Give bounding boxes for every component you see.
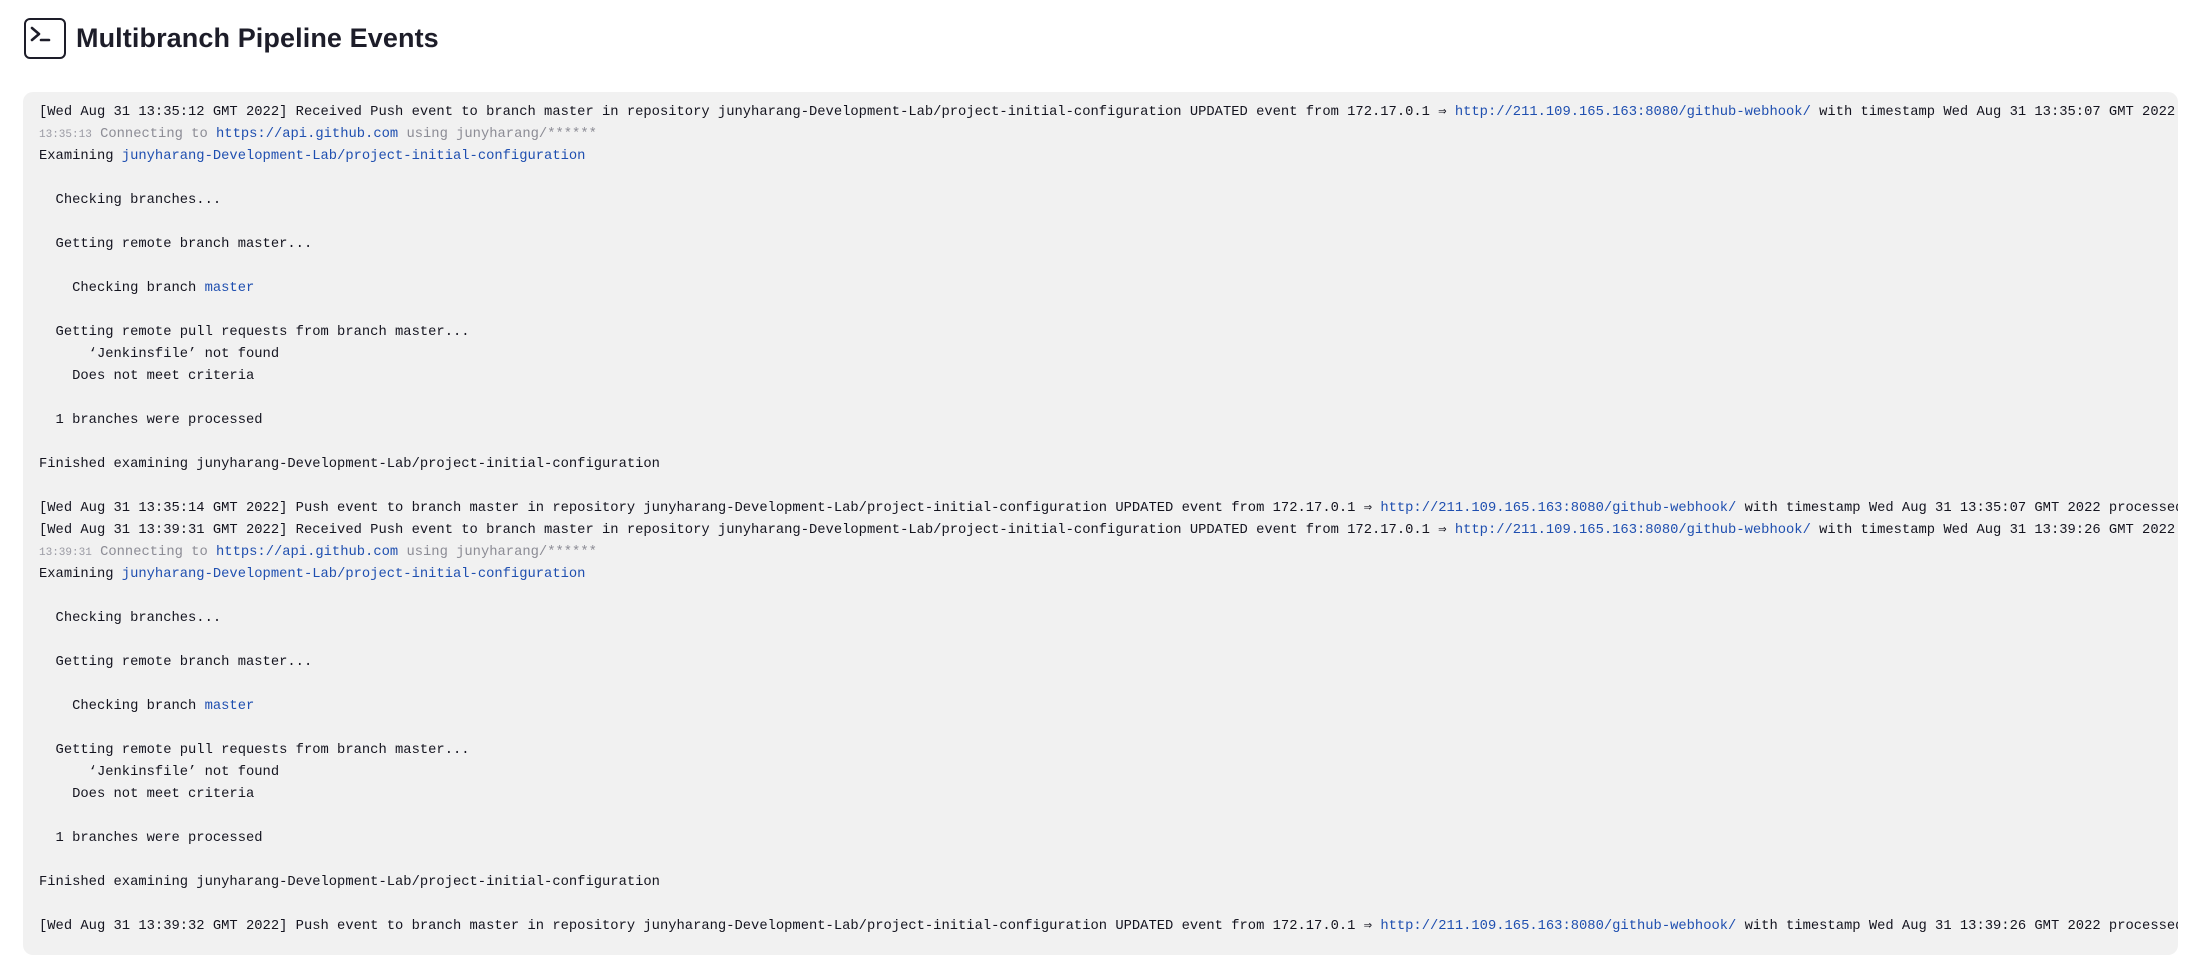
log-text: Examining — [39, 149, 122, 164]
log-text: with timestamp Wed Aug 31 13:39:26 GMT 2… — [1810, 523, 2176, 538]
log-text: 1 branches were processed — [39, 413, 263, 428]
page-header: Multibranch Pipeline Events — [24, 16, 439, 60]
log-line: Finished examining junyharang-Developmen… — [39, 872, 2162, 894]
log-text: Checking branch — [39, 281, 205, 296]
log-link[interactable]: http://211.109.165.163:8080/github-webho… — [1380, 501, 1736, 516]
log-link[interactable]: https://api.github.com — [216, 545, 398, 560]
log-link[interactable]: master — [205, 699, 255, 714]
log-text: Getting remote pull requests from branch… — [39, 325, 470, 340]
log-text: [Wed Aug 31 13:35:12 GMT 2022] Received … — [39, 105, 1455, 120]
log-text: with timestamp Wed Aug 31 13:39:26 GMT 2… — [1744, 919, 2178, 934]
log-line: ‘Jenkinsfile’ not found — [39, 344, 2162, 366]
log-line: 13:39:31 Connecting to https://api.githu… — [39, 542, 2162, 564]
console-output: [Wed Aug 31 13:35:12 GMT 2022] Received … — [23, 92, 2178, 955]
log-text: ‘Jenkinsfile’ not found — [39, 765, 280, 780]
log-line: [Wed Aug 31 13:35:12 GMT 2022] Received … — [39, 102, 2175, 124]
log-text: 1 branches were processed — [39, 831, 263, 846]
log-link[interactable]: http://211.109.165.163:8080/github-webho… — [1380, 919, 1736, 934]
log-line: 1 branches were processed — [39, 828, 2162, 850]
log-text: Getting remote branch master... — [39, 655, 313, 670]
log-text: Checking branches... — [39, 611, 222, 626]
log-line: Checking branch master — [39, 278, 2162, 300]
log-line: Getting remote branch master... — [39, 234, 2162, 256]
log-line: Checking branches... — [39, 608, 2162, 630]
log-text: Checking branch — [39, 699, 205, 714]
log-line: Finished examining junyharang-Developmen… — [39, 454, 2162, 476]
log-line: 13:35:13 Connecting to https://api.githu… — [39, 124, 2162, 146]
log-line: Getting remote pull requests from branch… — [39, 322, 2162, 344]
log-text: Finished examining junyharang-Developmen… — [39, 875, 660, 890]
log-text: [Wed Aug 31 13:35:14 GMT 2022] Push even… — [39, 501, 1381, 516]
log-timestamp: 13:39:31 — [39, 547, 92, 559]
log-text: Connecting to — [91, 127, 217, 142]
log-text: Does not meet criteria — [39, 369, 255, 384]
log-text: Connecting to — [91, 545, 217, 560]
page-title: Multibranch Pipeline Events — [76, 22, 439, 53]
terminal-icon — [24, 17, 66, 59]
log-link[interactable]: junyharang-Development-Lab/project-initi… — [122, 567, 586, 582]
log-text: Finished examining junyharang-Developmen… — [39, 457, 660, 472]
log-text: ‘Jenkinsfile’ not found — [39, 347, 280, 362]
log-text: using junyharang/****** — [398, 127, 597, 142]
log-text: with timestamp Wed Aug 31 13:35:07 GMT 2… — [1810, 105, 2176, 120]
log-line: Checking branches... — [39, 190, 2162, 212]
log-text: Getting remote branch master... — [39, 237, 313, 252]
log-text: with timestamp Wed Aug 31 13:35:07 GMT 2… — [1744, 501, 2178, 516]
log-text: [Wed Aug 31 13:39:32 GMT 2022] Push even… — [39, 919, 1381, 934]
log-text: Checking branches... — [39, 193, 222, 208]
log-line: Examining junyharang-Development-Lab/pro… — [39, 146, 2162, 168]
log-line: ‘Jenkinsfile’ not found — [39, 762, 2162, 784]
log-line: Checking branch master — [39, 696, 2162, 718]
log-line: [Wed Aug 31 13:35:14 GMT 2022] Push even… — [39, 498, 2178, 520]
log-line: Getting remote pull requests from branch… — [39, 740, 2162, 762]
log-line: [Wed Aug 31 13:39:31 GMT 2022] Received … — [39, 520, 2175, 542]
log-line: Does not meet criteria — [39, 784, 2162, 806]
log-line: Examining junyharang-Development-Lab/pro… — [39, 564, 2162, 586]
log-line: 1 branches were processed — [39, 410, 2162, 432]
log-link[interactable]: http://211.109.165.163:8080/github-webho… — [1455, 105, 1811, 120]
log-line: [Wed Aug 31 13:39:32 GMT 2022] Push even… — [39, 916, 2178, 938]
log-link[interactable]: http://211.109.165.163:8080/github-webho… — [1455, 523, 1811, 538]
log-line: Does not meet criteria — [39, 366, 2162, 388]
log-link[interactable]: junyharang-Development-Lab/project-initi… — [122, 149, 586, 164]
log-text: Examining — [39, 567, 122, 582]
log-text: [Wed Aug 31 13:39:31 GMT 2022] Received … — [39, 523, 1455, 538]
log-text: using junyharang/****** — [398, 545, 597, 560]
log-line: Getting remote branch master... — [39, 652, 2162, 674]
log-text: Getting remote pull requests from branch… — [39, 743, 470, 758]
log-link[interactable]: https://api.github.com — [216, 127, 398, 142]
log-text: Does not meet criteria — [39, 787, 255, 802]
log-timestamp: 13:35:13 — [39, 129, 92, 141]
log-link[interactable]: master — [205, 281, 255, 296]
